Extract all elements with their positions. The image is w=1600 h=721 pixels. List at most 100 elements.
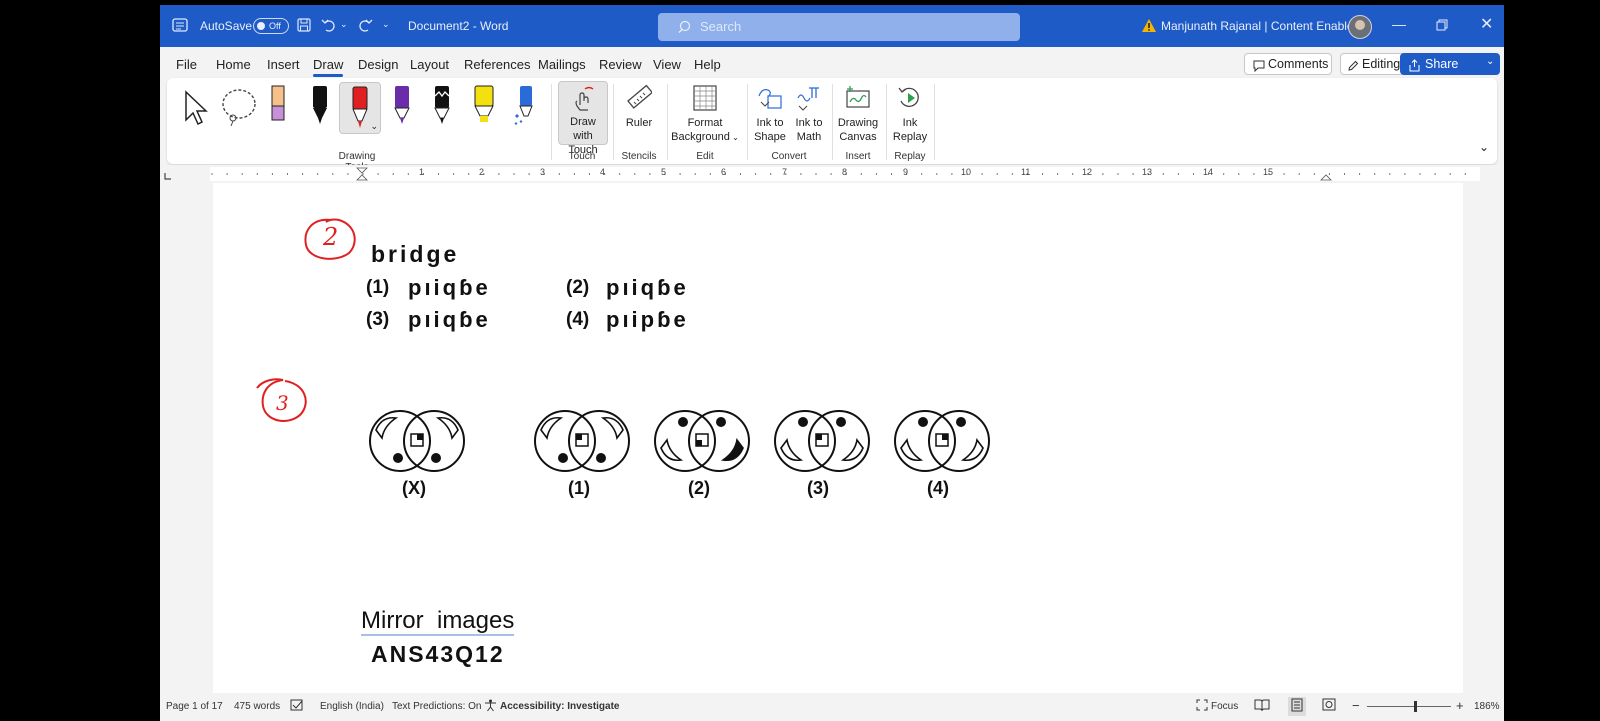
format-background-button[interactable]: Format Background ⌄ <box>669 84 741 145</box>
share-dropdown-icon[interactable]: ⌄ <box>1486 51 1494 73</box>
group-replay: Replay <box>894 151 926 162</box>
option-label: (2) <box>566 277 590 298</box>
select-tool-icon[interactable] <box>181 88 211 132</box>
undo-icon[interactable] <box>320 16 338 37</box>
zoom-slider[interactable] <box>1367 706 1451 707</box>
tab-layout[interactable]: Layout <box>410 57 449 72</box>
focus-icon[interactable] <box>1196 699 1208 714</box>
ruler-number: 14 <box>1203 167 1214 177</box>
drawing-canvas-label-2: Canvas <box>839 131 877 143</box>
ink-to-math-button[interactable]: Ink to Math <box>790 84 828 144</box>
ink-replay-button[interactable]: Ink Replay <box>891 84 929 144</box>
status-bar: Page 1 of 17 475 words English (India) T… <box>160 693 1504 721</box>
draw-ribbon: ⌄ Drawing Tools Draw with Touch Touch Ru… <box>167 78 1497 173</box>
format-background-label-1: Format <box>687 117 723 129</box>
pen-purple-icon[interactable] <box>391 84 413 130</box>
ruler-button[interactable]: Ruler <box>619 84 659 130</box>
text-predictions[interactable]: Text Predictions: On <box>392 701 481 712</box>
ruler-number: 13 <box>1142 167 1153 177</box>
figure-label-2: (2) <box>688 478 710 498</box>
avatar[interactable] <box>1348 15 1372 39</box>
tab-design[interactable]: Design <box>358 57 398 72</box>
horizontal-ruler[interactable]: 1 2 3 4 5 6 7 8 9 10 11 12 13 14 15 <box>160 165 1504 183</box>
customize-toolbar-icon[interactable]: ⌄ <box>382 19 390 30</box>
tab-help[interactable]: Help <box>694 57 721 72</box>
ink-to-math-label-2: Math <box>796 131 822 143</box>
tab-view[interactable]: View <box>653 57 681 72</box>
drawing-canvas-label-1: Drawing <box>837 117 879 129</box>
share-button[interactable]: Share ⌄ <box>1400 53 1500 75</box>
close-icon[interactable]: ✕ <box>1480 14 1493 34</box>
proofing-icon[interactable] <box>290 699 304 715</box>
ruler-number: 1 <box>419 167 425 177</box>
autosave-toggle[interactable]: Off <box>253 18 289 34</box>
minimize-icon[interactable]: — <box>1392 16 1406 32</box>
zoom-level[interactable]: 186% <box>1474 701 1500 712</box>
collapse-ribbon-icon[interactable]: ⌄ <box>1479 140 1489 154</box>
figure-option-4 <box>894 410 990 472</box>
lasso-select-icon[interactable] <box>219 86 259 132</box>
user-name[interactable]: Manjunath Rajanal | Content Enablers <box>1161 19 1364 33</box>
tab-file[interactable]: File <box>176 57 197 72</box>
pen-black-icon[interactable] <box>309 84 331 130</box>
title-bar: AutoSave Off ⌄ ⌄ Document2 - Word Search… <box>160 5 1504 47</box>
editing-label: Editing <box>1362 57 1401 71</box>
drawing-canvas-icon <box>846 86 870 108</box>
eraser-icon[interactable] <box>267 84 289 128</box>
warning-icon[interactable] <box>1141 18 1157 36</box>
handwritten-number-2: 2 <box>323 223 339 251</box>
ruler-number: 7 <box>782 167 788 177</box>
group-convert: Convert <box>771 151 807 162</box>
pen-red-button[interactable]: ⌄ <box>339 82 381 134</box>
document-page[interactable]: 2 bridge (1) pıiqɓe (2) pıiqɓe (3) pıiqɓ… <box>213 183 1463 693</box>
accessibility-status[interactable]: Accessibility: Investigate <box>500 701 620 712</box>
undo-dropdown-icon[interactable]: ⌄ <box>340 19 348 30</box>
ribbon-divider <box>613 84 614 160</box>
option-text: pıipɓe <box>606 307 689 332</box>
option-label: (4) <box>566 309 590 330</box>
tab-review[interactable]: Review <box>599 57 642 72</box>
figure-option-2 <box>654 410 750 472</box>
restore-icon[interactable] <box>1436 18 1448 34</box>
ink-to-math-icon <box>797 87 819 111</box>
pen-options-chevron-icon[interactable]: ⌄ <box>370 119 378 133</box>
pen-galaxy-icon[interactable] <box>431 84 453 130</box>
redo-icon[interactable] <box>356 16 374 37</box>
web-layout-icon[interactable] <box>1322 698 1336 714</box>
read-mode-icon[interactable] <box>1254 698 1270 715</box>
option-text: pıiqɓe <box>408 307 491 332</box>
ink-to-shape-icon <box>758 89 782 109</box>
group-touch: Touch <box>568 151 596 162</box>
tab-mailings[interactable]: Mailings <box>538 57 586 72</box>
zoom-in-icon[interactable]: + <box>1456 698 1464 713</box>
figure-label-1: (1) <box>568 478 590 498</box>
highlighter-yellow-icon[interactable] <box>472 84 496 130</box>
ribbon-divider <box>667 84 668 160</box>
zoom-slider-thumb[interactable] <box>1414 701 1417 712</box>
save-icon[interactable] <box>296 17 312 36</box>
page-count[interactable]: Page 1 of 17 <box>166 701 223 712</box>
zoom-out-icon[interactable]: − <box>1352 698 1360 713</box>
tab-insert[interactable]: Insert <box>267 57 300 72</box>
focus-label[interactable]: Focus <box>1211 701 1238 712</box>
ink-to-shape-button[interactable]: Ink to Shape <box>751 84 789 144</box>
word-app-icon[interactable] <box>172 17 188 36</box>
tab-references[interactable]: References <box>464 57 530 72</box>
tab-home[interactable]: Home <box>216 57 251 72</box>
figure-option-3 <box>774 410 870 472</box>
option-label: (1) <box>366 277 390 298</box>
action-pen-icon[interactable] <box>513 84 537 130</box>
word-count[interactable]: 475 words <box>234 701 280 712</box>
accessibility-icon[interactable] <box>484 699 497 715</box>
language[interactable]: English (India) <box>320 701 384 712</box>
ink-to-shape-label-2: Shape <box>754 131 786 143</box>
draw-with-touch-button[interactable]: Draw with Touch <box>558 81 608 156</box>
tab-draw[interactable]: Draw <box>313 57 344 77</box>
ruler-number: 6 <box>721 167 727 177</box>
drawing-canvas-button[interactable]: Drawing Canvas <box>835 84 881 144</box>
handwritten-number-3: 3 <box>276 391 289 415</box>
comments-button[interactable]: Comments <box>1244 53 1332 75</box>
ruler-number: 11 <box>1021 167 1031 177</box>
search-input[interactable]: Search <box>658 13 1020 41</box>
print-layout-icon[interactable] <box>1288 697 1306 716</box>
